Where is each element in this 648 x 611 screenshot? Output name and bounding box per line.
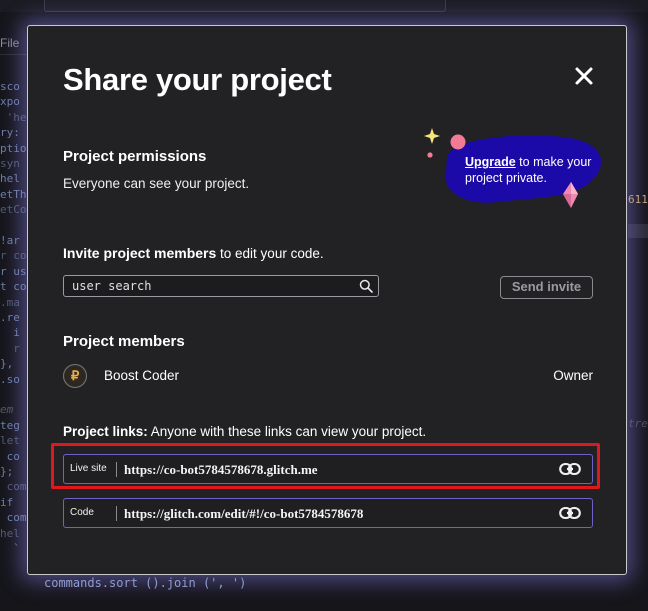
- code-line: !ar: [0, 234, 20, 247]
- user-search-box[interactable]: [63, 275, 379, 297]
- code-line: teg: [0, 418, 20, 432]
- member-role: Owner: [553, 368, 593, 383]
- modal-title: Share your project: [63, 62, 332, 97]
- code-line: em: [0, 403, 14, 417]
- code-link[interactable]: Code https://glitch.com/edit/#!/co-bot57…: [63, 498, 593, 528]
- code-line: ptio: [0, 141, 27, 155]
- upsell-text: Upgrade to make your project private.: [465, 154, 595, 186]
- live-site-link[interactable]: Live site https://co-bot5784578678.glitc…: [63, 454, 593, 484]
- code-line: co: [0, 449, 20, 463]
- editor-selection: [628, 224, 648, 238]
- code-line: `: [0, 542, 20, 555]
- code-line: .ma: [0, 295, 20, 309]
- code-line: r co: [0, 249, 27, 263]
- code-line: etTh: [0, 187, 27, 201]
- permissions-title: Project permissions: [63, 148, 207, 165]
- live-site-label: Live site: [70, 463, 107, 474]
- code-label: Code: [70, 507, 94, 518]
- file-path-box: [44, 0, 446, 12]
- code-line: if: [0, 495, 14, 509]
- code-line: .re: [0, 311, 20, 324]
- editor-bottom-code: commands.sort ().join (', '): [44, 576, 247, 590]
- invite-title: Invite project members: [63, 245, 217, 261]
- editor-divider: [0, 54, 30, 55]
- project-links-title: Project links:: [63, 424, 148, 439]
- send-invite-button[interactable]: Send invite: [500, 276, 593, 299]
- code-line: xpo: [0, 95, 20, 109]
- project-links-subtitle: Anyone with these links can view your pr…: [147, 424, 427, 439]
- editor-number: 611: [628, 193, 648, 206]
- project-links-description: Project links: Anyone with these links c…: [63, 424, 426, 439]
- code-line: let: [0, 434, 20, 448]
- code-line: r us: [0, 264, 27, 278]
- code-line: };: [0, 465, 14, 478]
- code-line: 'he: [0, 110, 27, 124]
- code-line: },: [0, 357, 14, 371]
- code-line: ry:: [0, 126, 20, 140]
- close-icon[interactable]: [573, 65, 595, 87]
- permissions-description: Everyone can see your project.: [63, 176, 250, 191]
- member-row: ₽ Boost Coder Owner: [63, 364, 593, 390]
- member-name: Boost Coder: [104, 368, 180, 383]
- code-line: com: [0, 511, 27, 525]
- upgrade-upsell: Upgrade to make your project private.: [420, 126, 610, 226]
- avatar: ₽: [63, 364, 87, 388]
- search-icon[interactable]: [359, 279, 373, 293]
- code-url[interactable]: https://glitch.com/edit/#!/co-bot5784578…: [124, 506, 363, 522]
- link-icon[interactable]: [559, 462, 581, 476]
- invite-instructions: Invite project members to edit your code…: [63, 245, 324, 261]
- file-tab: File: [0, 36, 20, 50]
- code-line: syn: [0, 157, 20, 170]
- link-divider: [116, 506, 117, 521]
- code-line: r: [0, 341, 20, 355]
- link-icon[interactable]: [559, 506, 581, 520]
- share-project-modal: Share your project Project permissions E…: [27, 25, 627, 575]
- code-line: .so: [0, 372, 20, 386]
- user-search-input[interactable]: [72, 278, 352, 294]
- members-title: Project members: [63, 333, 185, 350]
- upgrade-link[interactable]: Upgrade: [465, 155, 516, 169]
- code-line: hel: [0, 526, 20, 540]
- code-line: sco: [0, 80, 20, 93]
- code-line: etCo: [0, 203, 27, 217]
- live-site-url[interactable]: https://co-bot5784578678.glitch.me: [124, 462, 318, 478]
- code-line: hel: [0, 172, 20, 186]
- code-line: i: [0, 326, 20, 340]
- code-line: com: [0, 480, 27, 494]
- code-line: t co: [0, 280, 27, 294]
- invite-subtitle: to edit your code.: [216, 246, 324, 261]
- link-divider: [116, 462, 117, 477]
- editor-comment: tre: [628, 417, 648, 430]
